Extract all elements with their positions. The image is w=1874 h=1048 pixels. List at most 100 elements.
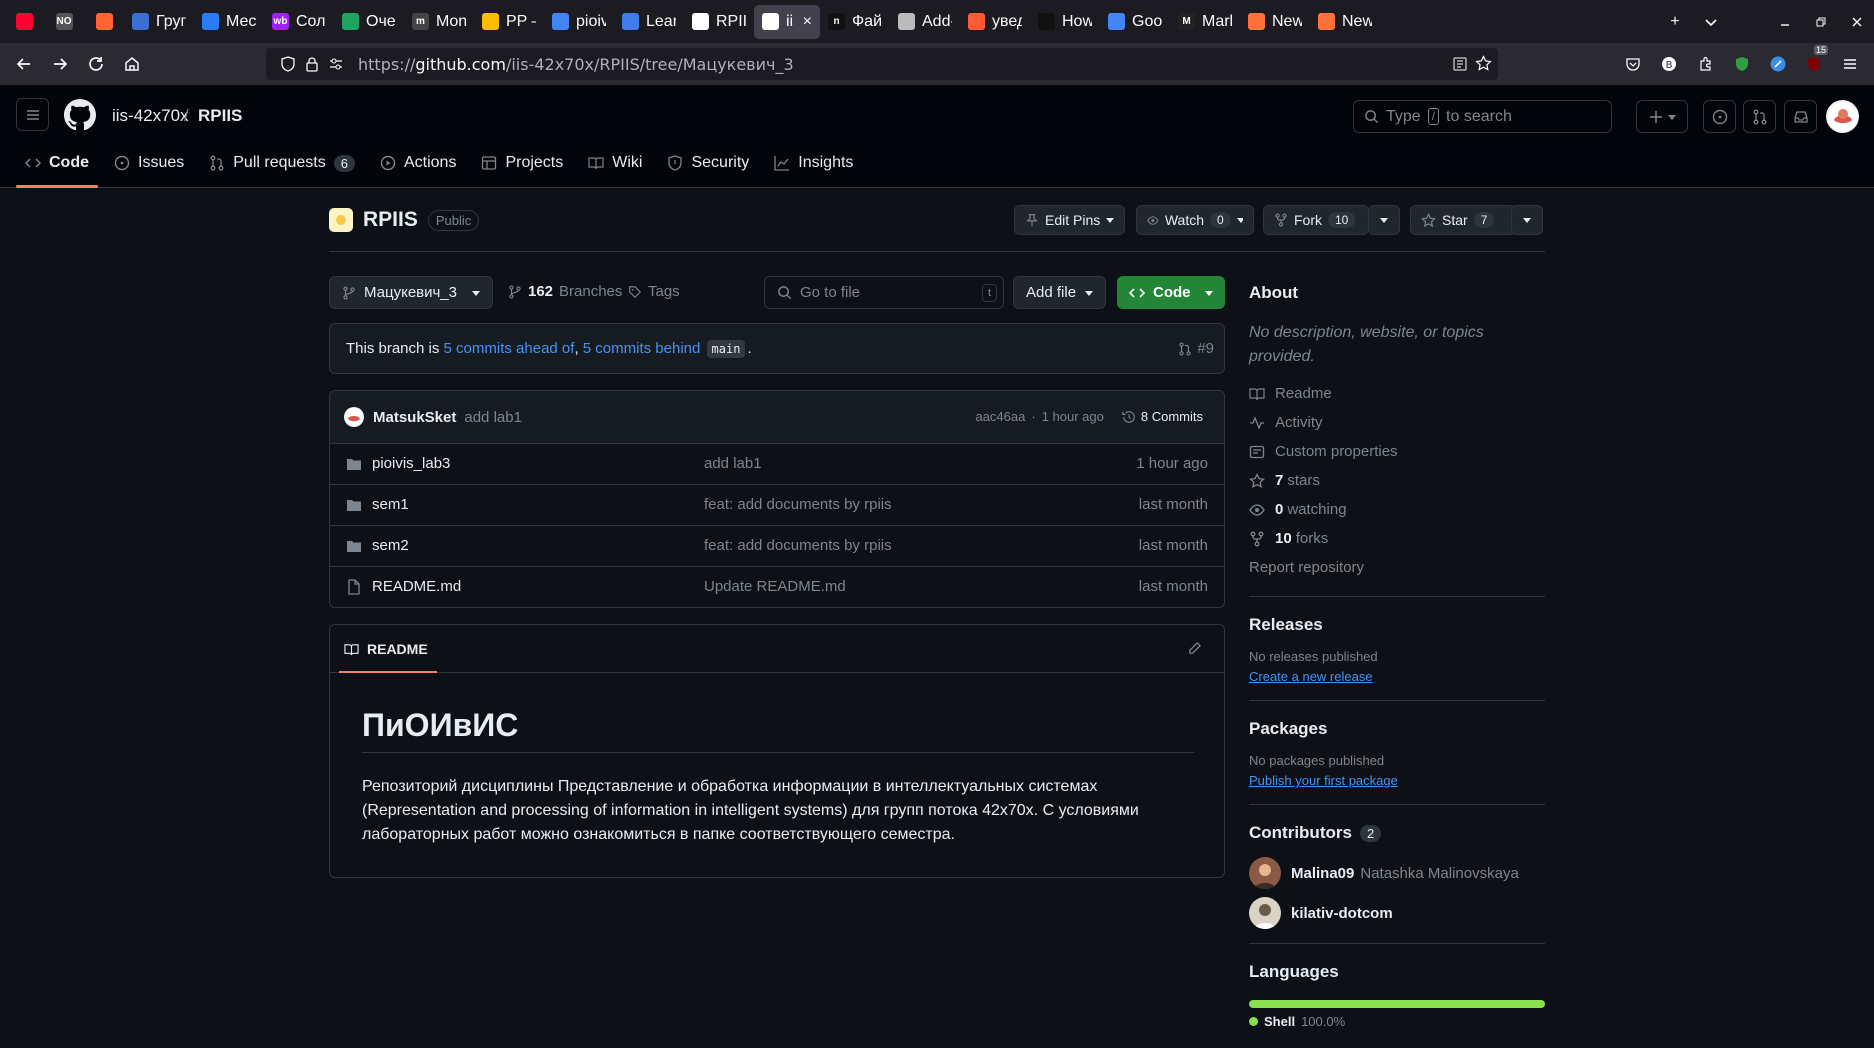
edit-readme-button[interactable] [1187,641,1202,656]
breadcrumb-repo[interactable]: RPIIS [198,106,242,126]
file-name[interactable]: pioivis_lab3 [372,455,450,472]
contributor-item[interactable]: kilativ-dotcom [1249,897,1545,929]
minimize-button[interactable] [1768,5,1802,39]
star-button[interactable]: Star 7 [1410,205,1516,235]
browser-tab[interactable] [84,5,124,39]
language-item-shell[interactable]: Shell 100.0% [1249,1014,1545,1029]
browser-tab[interactable]: Add-o [890,5,960,39]
commits-ahead-link[interactable]: 5 commits ahead of [444,340,575,357]
inbox-button[interactable] [1784,100,1817,133]
branch-select-button[interactable]: Мацукевич_3 [329,276,493,309]
file-commit-message[interactable]: feat: add documents by rpiis [704,496,892,513]
code-button[interactable]: Code [1117,276,1225,309]
create-release-link[interactable]: Create a new release [1249,669,1373,684]
commit-sha[interactable]: aac46aa [975,409,1025,424]
repo-tab-projects[interactable]: Projects [472,148,572,178]
file-name[interactable]: README.md [372,578,461,595]
issues-button[interactable] [1703,100,1736,133]
about-link-eye[interactable]: 0 watching [1249,495,1545,524]
app-menu-button[interactable] [1838,52,1862,76]
file-row[interactable]: README.md Update README.md last month [330,567,1224,607]
adblock-button[interactable] [1730,52,1754,76]
global-menu-button[interactable] [16,98,49,131]
browser-tab[interactable]: n Файл [820,5,890,39]
about-link-pulse[interactable]: Activity [1249,408,1545,437]
repo-tab-actions[interactable]: Actions [371,148,465,178]
list-tabs-button[interactable] [1694,5,1728,39]
close-window-button[interactable] [1840,5,1874,39]
watch-button[interactable]: Watch 0 [1136,205,1254,235]
file-name[interactable]: sem1 [372,496,409,513]
file-name[interactable]: sem2 [372,537,409,554]
permissions-icon[interactable] [328,56,344,72]
fork-menu-button[interactable] [1368,205,1400,235]
restore-button[interactable] [1804,5,1838,39]
create-new-button[interactable] [1636,100,1688,133]
browser-tab[interactable]: New T [1310,5,1380,39]
add-file-button[interactable]: Add file [1013,276,1106,309]
browser-tab-active[interactable]: iis-4 × [754,4,820,39]
browser-tab[interactable]: New T [1240,5,1310,39]
file-row[interactable]: sem2 feat: add documents by rpiis last mon… [330,526,1224,567]
about-link-note[interactable]: Custom properties [1249,437,1545,466]
browser-tab[interactable]: Групп [124,5,194,39]
file-commit-message[interactable]: add lab1 [704,455,762,472]
browser-tab[interactable]: PP – G [474,5,544,39]
browser-tab[interactable] [4,5,44,39]
browser-tab[interactable]: Googl [1100,5,1170,39]
ublock-button[interactable]: 15 [1802,45,1829,76]
extension-button-1[interactable]: B [1657,52,1681,76]
contributor-avatar[interactable] [1249,897,1281,929]
repo-owner-avatar[interactable] [329,208,353,232]
bookmark-star-icon[interactable] [1475,55,1492,72]
contributor-avatar[interactable] [1249,857,1281,889]
browser-tab[interactable]: pioivis [544,5,614,39]
browser-tab[interactable]: M Mark [1170,5,1240,39]
repo-tab-wiki[interactable]: Wiki [579,148,651,178]
repo-tab-insights[interactable]: Insights [765,148,862,178]
contributors-title[interactable]: Contributors [1249,823,1352,843]
search-input[interactable]: Type / to search [1353,100,1612,133]
back-button[interactable] [6,46,42,82]
browser-tab[interactable]: How t [1030,5,1100,39]
browser-tab[interactable]: m Monk [404,5,474,39]
user-avatar[interactable] [1826,100,1859,133]
browser-tab[interactable]: wb Солнц [264,5,334,39]
repo-name[interactable]: RPIIS [363,208,418,232]
packages-title[interactable]: Packages [1249,719,1545,739]
extensions-button[interactable] [1694,52,1718,76]
contributor-login[interactable]: kilativ-dotcom [1291,905,1393,922]
repo-tab-security[interactable]: Security [658,148,758,178]
edit-pins-button[interactable]: Edit Pins [1014,205,1126,235]
contributor-item[interactable]: Malina09 Natashka Malinovskaya [1249,857,1545,889]
browser-tab[interactable]: Learn [614,5,684,39]
tab-close-icon[interactable]: × [803,13,812,31]
go-to-file-input[interactable]: Go to file t [764,276,1004,309]
url-bar[interactable]: https://github.com/iis-42x70x/RPIIS/tree… [266,48,1498,80]
file-row[interactable]: sem1 feat: add documents by rpiis last mon… [330,485,1224,526]
about-link-fork[interactable]: 10 forks [1249,524,1545,553]
readme-tab[interactable]: README [344,641,428,657]
about-link-star[interactable]: 7 stars [1249,466,1545,495]
report-repository-link[interactable]: Report repository [1249,553,1545,582]
contributor-login[interactable]: Malina09 [1291,865,1354,882]
commit-history-link[interactable]: 8 Commits [1122,409,1203,424]
repo-tab-issues[interactable]: Issues [105,148,193,178]
breadcrumb-owner[interactable]: iis-42x70x [112,106,189,126]
browser-tab[interactable]: Мессе [194,5,264,39]
commit-author[interactable]: MatsukSket [373,409,456,426]
branches-link[interactable]: 162 Branches [508,283,622,300]
pull-request-link[interactable]: #9 [1178,340,1214,357]
translator-button[interactable] [1766,52,1790,76]
new-tab-button[interactable]: + [1658,5,1692,39]
shield-tracking-icon[interactable] [280,56,296,72]
repo-tab-pull-requests[interactable]: Pull requests 6 [200,148,364,178]
repo-tab-code[interactable]: Code [16,148,98,188]
pocket-button[interactable] [1621,52,1645,76]
home-button[interactable] [114,46,150,82]
file-commit-message[interactable]: Update README.md [704,578,846,595]
tags-link[interactable]: Tags [628,283,680,300]
lock-icon[interactable] [304,56,320,72]
github-logo[interactable] [64,99,96,131]
forward-button[interactable] [42,46,78,82]
